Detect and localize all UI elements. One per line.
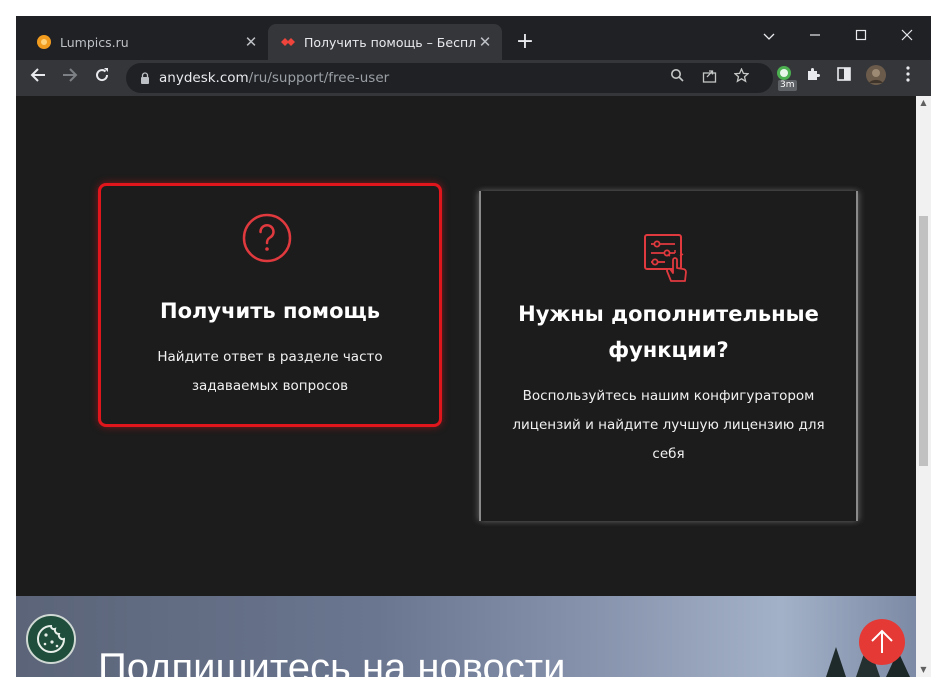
cookie-settings-button[interactable] (26, 614, 76, 664)
scroll-up-arrow-icon[interactable]: ▲ (919, 98, 928, 108)
new-tab-button[interactable]: + (512, 30, 538, 56)
tab-lumpics[interactable]: Lumpics.ru ✕ (24, 24, 268, 60)
profile-avatar[interactable] (862, 64, 890, 92)
maximize-icon[interactable] (838, 22, 884, 52)
card-description: Найдите ответ в разделе часто задаваемых… (157, 349, 383, 394)
card-title: Получить помощь (160, 299, 380, 323)
bookmark-star-icon[interactable] (731, 67, 751, 88)
extension-badge: 3m (778, 80, 797, 91)
scrollbar-thumb[interactable] (919, 216, 928, 466)
tab-anydesk[interactable]: Получить помощь – Бесплатны ✕ (268, 24, 502, 60)
browser-window: Lumpics.ru ✕ Получить помощь – Бесплатны… (16, 16, 931, 677)
newsletter-banner: Подпишитесь на новости (16, 596, 916, 677)
url-text[interactable]: anydesk.com/ru/support/free-user (159, 70, 389, 86)
minimize-icon[interactable] (792, 22, 838, 52)
newsletter-heading: Подпишитесь на новости (98, 646, 566, 677)
anydesk-favicon-icon (280, 34, 296, 50)
question-circle-icon (241, 212, 293, 268)
scroll-to-top-button[interactable] (859, 619, 905, 665)
configurator-touch-icon (643, 233, 691, 289)
back-button[interactable] (22, 62, 54, 94)
extensions-puzzle-icon[interactable] (799, 64, 827, 92)
card-description: Воспользуйтесь нашим конфигуратором лице… (512, 388, 825, 462)
close-window-icon[interactable] (884, 22, 930, 52)
card-title: Нужны дополнительные функции? (518, 302, 819, 362)
browser-toolbar: anydesk.com/ru/support/free-user 3m (16, 60, 931, 96)
arrow-up-icon (871, 629, 893, 653)
forward-button[interactable] (54, 62, 86, 94)
lock-icon (141, 72, 149, 84)
tab-title: Lumpics.ru (60, 34, 129, 50)
side-panel-icon[interactable] (830, 64, 858, 92)
vertical-scrollbar[interactable]: ▲ ▼ (916, 96, 931, 677)
tab-title: Получить помощь – Бесплатны (304, 34, 476, 50)
menu-kebab-icon[interactable] (894, 64, 922, 92)
address-bar[interactable]: anydesk.com/ru/support/free-user (126, 63, 773, 93)
close-tab-icon[interactable]: ✕ (476, 33, 494, 51)
url-path: /ru/support/free-user (248, 70, 390, 86)
scroll-down-arrow-icon[interactable]: ▼ (919, 665, 928, 675)
more-features-card[interactable]: Нужны дополнительные функции? Воспользуй… (479, 191, 858, 521)
reload-button[interactable] (86, 62, 118, 94)
tab-strip: Lumpics.ru ✕ Получить помощь – Бесплатны… (16, 16, 931, 60)
search-icon[interactable] (667, 68, 687, 88)
cookie-icon (37, 624, 66, 653)
lumpics-favicon-icon (36, 34, 52, 50)
close-tab-icon[interactable]: ✕ (242, 33, 260, 51)
tab-search-icon[interactable] (746, 22, 792, 52)
url-host: anydesk.com (159, 70, 249, 86)
get-help-card[interactable]: Получить помощь Найдите ответ в разделе … (98, 183, 442, 427)
page-content: Получить помощь Найдите ответ в разделе … (16, 96, 916, 677)
share-icon[interactable] (699, 68, 719, 88)
